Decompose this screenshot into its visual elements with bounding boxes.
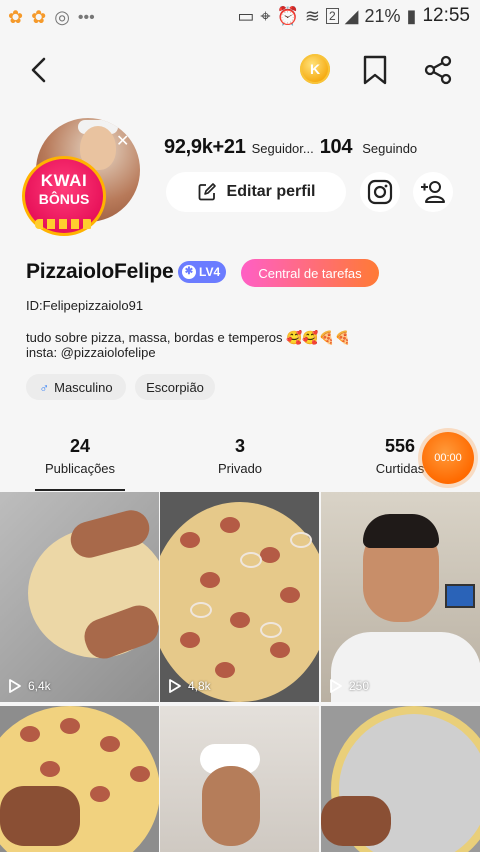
pepperoni bbox=[280, 587, 300, 603]
play-icon bbox=[330, 679, 342, 693]
zodiac-label: Escorpião bbox=[146, 379, 204, 395]
gender-chip: ♂ Masculino bbox=[26, 374, 126, 400]
gender-label: Masculino bbox=[54, 379, 113, 395]
video-thumbnail[interactable] bbox=[321, 706, 480, 852]
data-saver-icon: ◎ bbox=[54, 7, 70, 27]
tab-publications[interactable]: 24 Publicações bbox=[35, 436, 125, 491]
onion bbox=[190, 602, 212, 618]
coins-decoration bbox=[35, 219, 93, 229]
video-thumbnail[interactable] bbox=[0, 706, 159, 852]
pepperoni bbox=[130, 766, 150, 782]
location-icon: ⌖ bbox=[260, 5, 271, 26]
floating-timer[interactable]: 00:00 bbox=[422, 432, 474, 484]
more-notifications-icon: ••• bbox=[77, 8, 95, 26]
signal-icon: ◢ bbox=[344, 5, 359, 26]
notification-icon: ✿ bbox=[8, 7, 24, 27]
following-label[interactable]: Seguindo bbox=[362, 141, 417, 156]
pepperoni bbox=[260, 547, 280, 563]
video-thumbnail[interactable]: 4,8k bbox=[160, 492, 319, 702]
view-count: 6,4k bbox=[8, 678, 51, 694]
user-id[interactable]: ID:Felipepizzaiolo91 bbox=[26, 298, 143, 313]
edit-icon bbox=[198, 183, 216, 201]
battery-icon: ▮ bbox=[406, 5, 417, 26]
onion bbox=[260, 622, 282, 638]
add-friend-button[interactable] bbox=[413, 172, 453, 212]
cast-icon: ▭ bbox=[237, 5, 255, 26]
video-thumbnail[interactable] bbox=[160, 706, 319, 852]
wifi-icon: ≋ bbox=[304, 5, 320, 26]
share-icon[interactable] bbox=[422, 54, 454, 86]
onion bbox=[240, 552, 262, 568]
person-head bbox=[202, 766, 260, 846]
edit-profile-label: Editar perfil bbox=[226, 183, 316, 200]
back-arrow-icon[interactable] bbox=[24, 54, 56, 86]
followers-count[interactable]: 92,9k+21 bbox=[164, 136, 246, 159]
zodiac-chip: Escorpião bbox=[135, 374, 215, 400]
followers-label[interactable]: Seguidor... bbox=[252, 141, 314, 156]
video-grid: 6,4k 4,8k 250 bbox=[0, 492, 480, 852]
task-center-button[interactable]: Central de tarefas bbox=[241, 259, 379, 287]
level-badge-label: LV4 bbox=[199, 265, 221, 279]
bio: tudo sobre pizza, massa, bordas e temper… bbox=[26, 330, 351, 360]
profile-header: K bbox=[0, 44, 480, 96]
pepperoni bbox=[90, 786, 110, 802]
level-badge[interactable]: ✱ LV4 bbox=[178, 261, 227, 283]
bio-line: insta: @pizzaiolofelipe bbox=[26, 345, 156, 360]
pepperoni bbox=[215, 662, 235, 678]
view-count-label: 6,4k bbox=[28, 679, 51, 693]
clock: 12:55 bbox=[422, 5, 470, 26]
content-tabs: 24 Publicações 3 Privado 556 Curtidas bbox=[0, 436, 480, 494]
person-hair bbox=[363, 514, 439, 548]
battery-percent: 21% bbox=[364, 5, 401, 26]
bio-line: tudo sobre pizza, massa, bordas e temper… bbox=[26, 330, 351, 345]
tab-label: Publicações bbox=[44, 461, 116, 476]
pepperoni bbox=[220, 517, 240, 533]
level-gem-icon: ✱ bbox=[182, 265, 196, 279]
sim-badge: 2 bbox=[325, 8, 339, 24]
video-thumbnail[interactable]: 250 bbox=[321, 492, 480, 702]
status-bar: ✿ ✿ ◎ ••• ▭ ⌖ ⏰ ≋ 2 ◢ 21% ▮ 12:55 bbox=[0, 0, 480, 34]
username: PizzaioloFelipe bbox=[26, 260, 174, 283]
tab-count: 3 bbox=[234, 436, 245, 456]
kwai-bonus-badge[interactable]: KWAI BÔNUS bbox=[22, 156, 106, 236]
follow-stats: 92,9k+21 Seguidor... 104 Seguindo bbox=[164, 136, 417, 159]
hand-image bbox=[0, 786, 80, 846]
tab-private[interactable]: 3 Privado bbox=[200, 436, 280, 476]
monitor-image bbox=[445, 584, 475, 608]
kwai-bonus-line1: KWAI bbox=[40, 171, 88, 190]
close-icon[interactable]: ✕ bbox=[116, 131, 129, 151]
view-count: 4,8k bbox=[168, 678, 211, 694]
notification-icon: ✿ bbox=[31, 7, 47, 27]
video-thumbnail[interactable]: 6,4k bbox=[0, 492, 159, 702]
pepperoni bbox=[100, 736, 120, 752]
hand-image bbox=[321, 796, 391, 846]
view-count: 250 bbox=[329, 678, 369, 694]
play-icon bbox=[9, 679, 21, 693]
pepperoni bbox=[180, 532, 200, 548]
view-count-label: 4,8k bbox=[188, 679, 211, 693]
add-user-icon bbox=[421, 181, 445, 203]
pepperoni bbox=[40, 761, 60, 777]
coin-icon[interactable]: K bbox=[300, 54, 330, 84]
play-icon bbox=[169, 679, 181, 693]
bookmark-icon[interactable] bbox=[360, 54, 390, 86]
instagram-icon bbox=[367, 179, 393, 205]
pepperoni bbox=[200, 572, 220, 588]
pepperoni bbox=[180, 632, 200, 648]
pepperoni bbox=[230, 612, 250, 628]
alarm-icon: ⏰ bbox=[276, 5, 299, 26]
pepperoni bbox=[20, 726, 40, 742]
pepperoni bbox=[60, 718, 80, 734]
instagram-button[interactable] bbox=[360, 172, 400, 212]
edit-profile-button[interactable]: Editar perfil bbox=[166, 172, 346, 212]
tab-count: 24 bbox=[69, 436, 91, 456]
view-count-label: 250 bbox=[349, 679, 370, 693]
pepperoni bbox=[270, 642, 290, 658]
following-count[interactable]: 104 bbox=[320, 136, 353, 159]
male-icon: ♂ bbox=[39, 379, 50, 395]
kwai-bonus-line2: BÔNUS bbox=[38, 191, 90, 207]
onion bbox=[290, 532, 312, 548]
tab-label: Privado bbox=[217, 461, 263, 476]
